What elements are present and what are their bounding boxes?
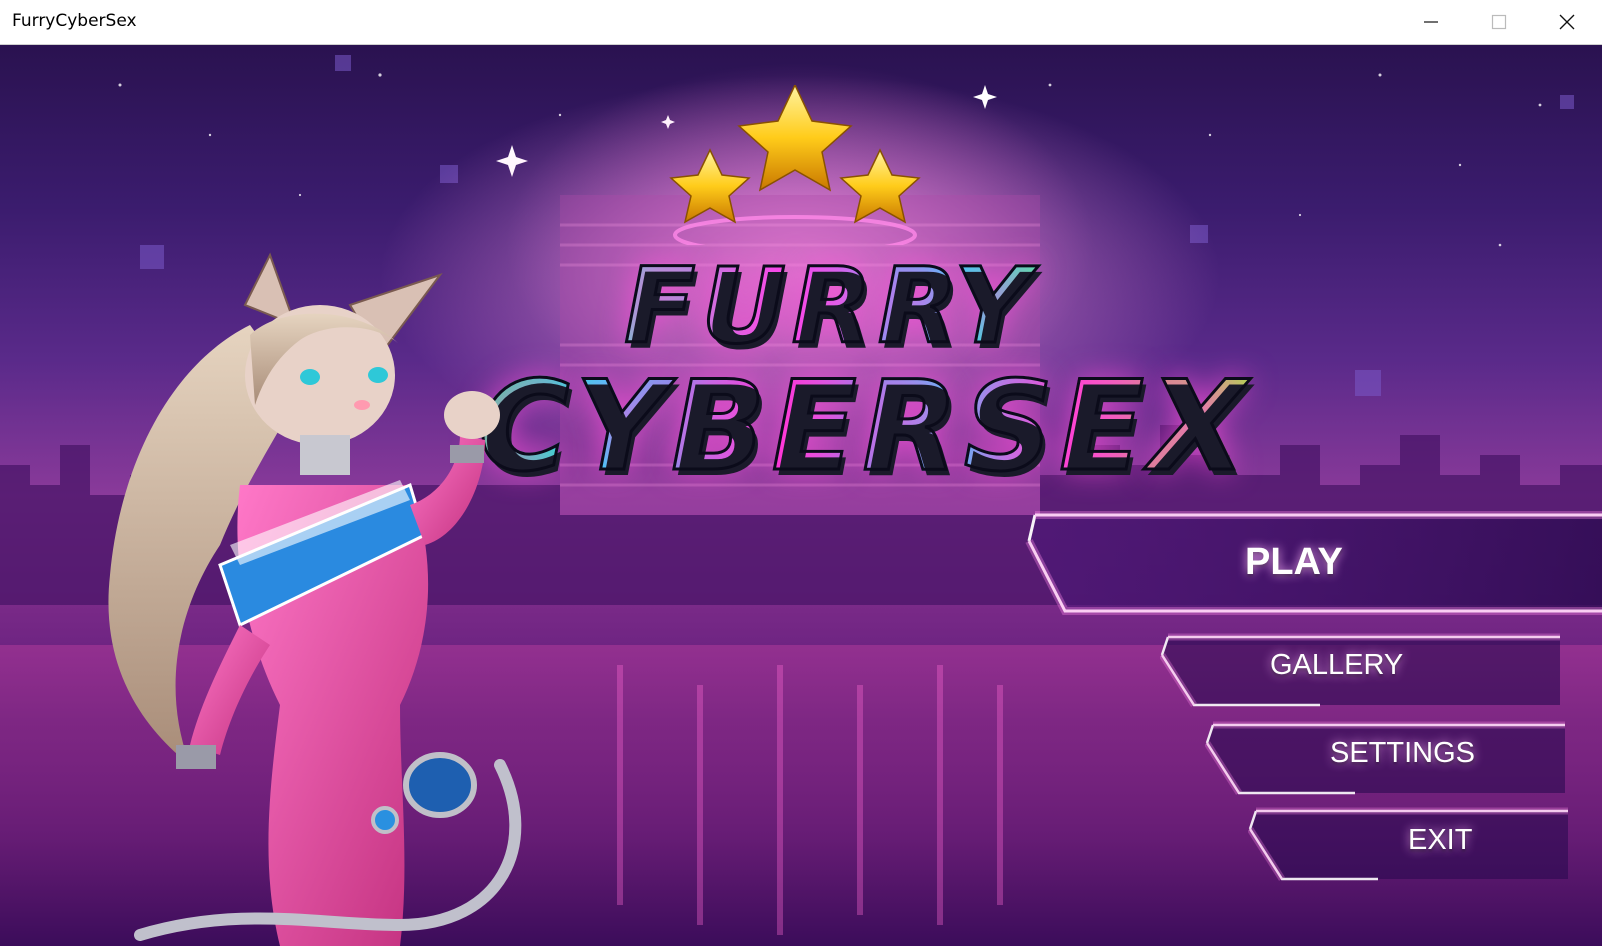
star-icon xyxy=(839,148,921,224)
window-title: FurryCyberSex xyxy=(12,11,137,31)
logo-title-line2: CYBERSEX xyxy=(455,354,1275,501)
play-button[interactable]: PLAY xyxy=(1025,511,1602,621)
maximize-icon xyxy=(1491,14,1507,30)
gallery-label: GALLERY xyxy=(1270,649,1404,681)
minimize-icon xyxy=(1424,21,1438,23)
star-icon xyxy=(737,85,853,192)
close-button[interactable] xyxy=(1533,0,1601,44)
logo-stars xyxy=(669,85,921,245)
gallery-button[interactable]: GALLERY xyxy=(1160,633,1602,713)
play-label: PLAY xyxy=(1245,541,1343,583)
settings-button[interactable]: SETTINGS xyxy=(1205,721,1602,801)
star-icon xyxy=(669,148,751,224)
maximize-button[interactable] xyxy=(1465,0,1533,44)
minimize-button[interactable] xyxy=(1397,0,1465,44)
game-screen: FURRY CYBERSEX PLAY GALLERY SETTINGS EXI… xyxy=(0,45,1602,946)
window-titlebar: FurryCyberSex xyxy=(0,0,1602,45)
close-icon xyxy=(1559,14,1575,30)
character-illustration xyxy=(108,252,522,946)
settings-label: SETTINGS xyxy=(1330,737,1476,769)
exit-label: EXIT xyxy=(1408,824,1473,856)
exit-button[interactable]: EXIT xyxy=(1248,807,1602,887)
